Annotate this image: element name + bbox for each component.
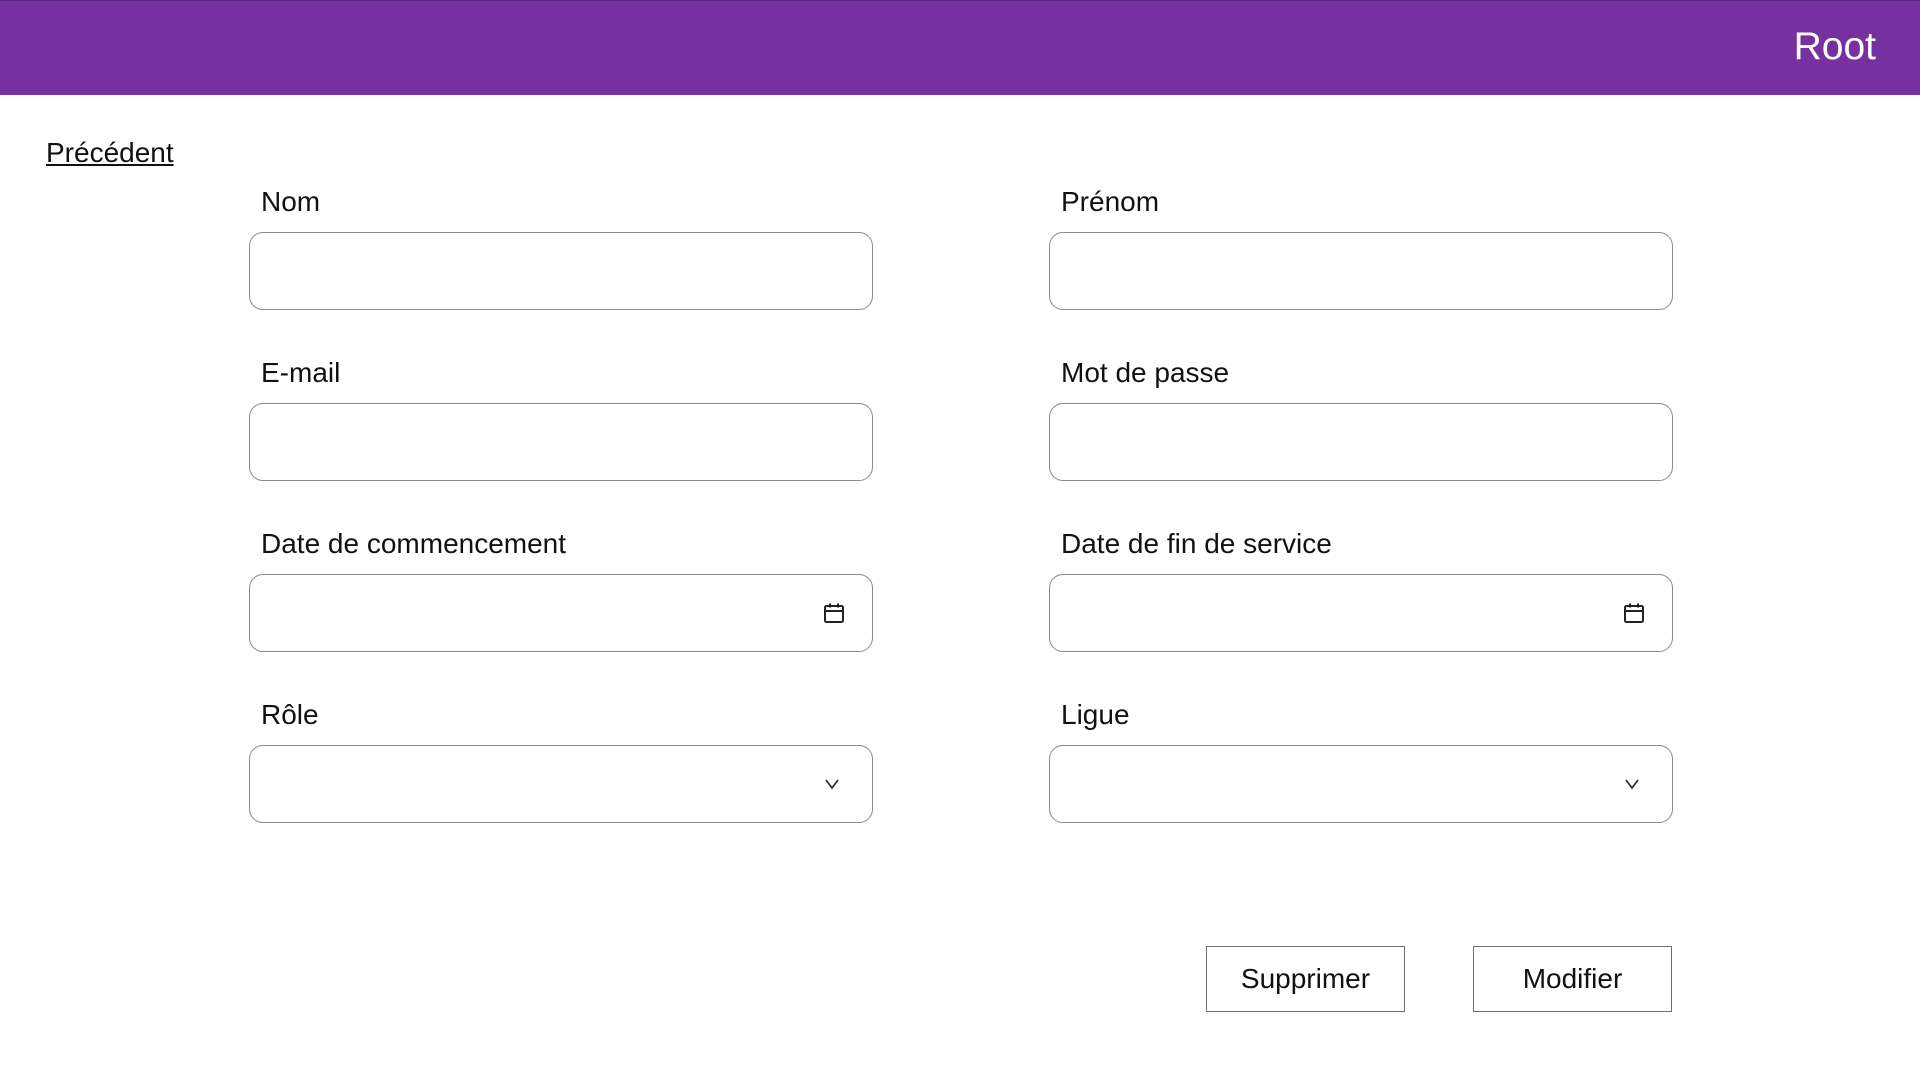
- app-header: Root: [0, 0, 1920, 95]
- ligue-select[interactable]: [1049, 745, 1673, 823]
- end-date-field-group: Date de fin de service: [1049, 527, 1673, 652]
- end-date-input[interactable]: [1050, 575, 1672, 651]
- prenom-field-group: Prénom: [1049, 185, 1673, 310]
- calendar-icon[interactable]: [1620, 599, 1648, 627]
- prenom-input-box[interactable]: [1049, 232, 1673, 310]
- end-date-label: Date de fin de service: [1061, 528, 1332, 559]
- password-field-group: Mot de passe: [1049, 356, 1673, 481]
- role-label: Rôle: [261, 699, 319, 730]
- prenom-input[interactable]: [1050, 233, 1672, 309]
- email-input-box[interactable]: [249, 403, 873, 481]
- role-select[interactable]: [249, 745, 873, 823]
- start-date-field-group: Date de commencement: [249, 527, 873, 652]
- nom-label: Nom: [261, 186, 321, 217]
- end-date-input-box[interactable]: [1049, 574, 1673, 652]
- password-label: Mot de passe: [1061, 357, 1230, 388]
- delete-button[interactable]: Supprimer: [1206, 946, 1405, 1012]
- start-date-label: Date de commencement: [261, 528, 567, 559]
- nom-input[interactable]: [250, 233, 872, 309]
- nom-field-group: Nom: [249, 185, 873, 310]
- calendar-icon[interactable]: [820, 599, 848, 627]
- start-date-input[interactable]: [250, 575, 872, 651]
- edit-button[interactable]: Modifier: [1473, 946, 1672, 1012]
- ligue-label: Ligue: [1061, 699, 1130, 730]
- ligue-field-group: Ligue: [1049, 698, 1673, 823]
- password-input[interactable]: [1050, 404, 1672, 480]
- nom-input-box[interactable]: [249, 232, 873, 310]
- role-field-group: Rôle: [249, 698, 873, 823]
- back-link[interactable]: Précédent: [46, 137, 174, 169]
- password-input-box[interactable]: [1049, 403, 1673, 481]
- prenom-label: Prénom: [1061, 186, 1160, 217]
- chevron-down-icon[interactable]: [1618, 770, 1646, 798]
- email-label: E-mail: [261, 357, 341, 388]
- start-date-input-box[interactable]: [249, 574, 873, 652]
- header-title: Root: [1793, 25, 1876, 68]
- chevron-down-icon[interactable]: [818, 770, 846, 798]
- email-field-group: E-mail: [249, 356, 873, 481]
- email-input[interactable]: [250, 404, 872, 480]
